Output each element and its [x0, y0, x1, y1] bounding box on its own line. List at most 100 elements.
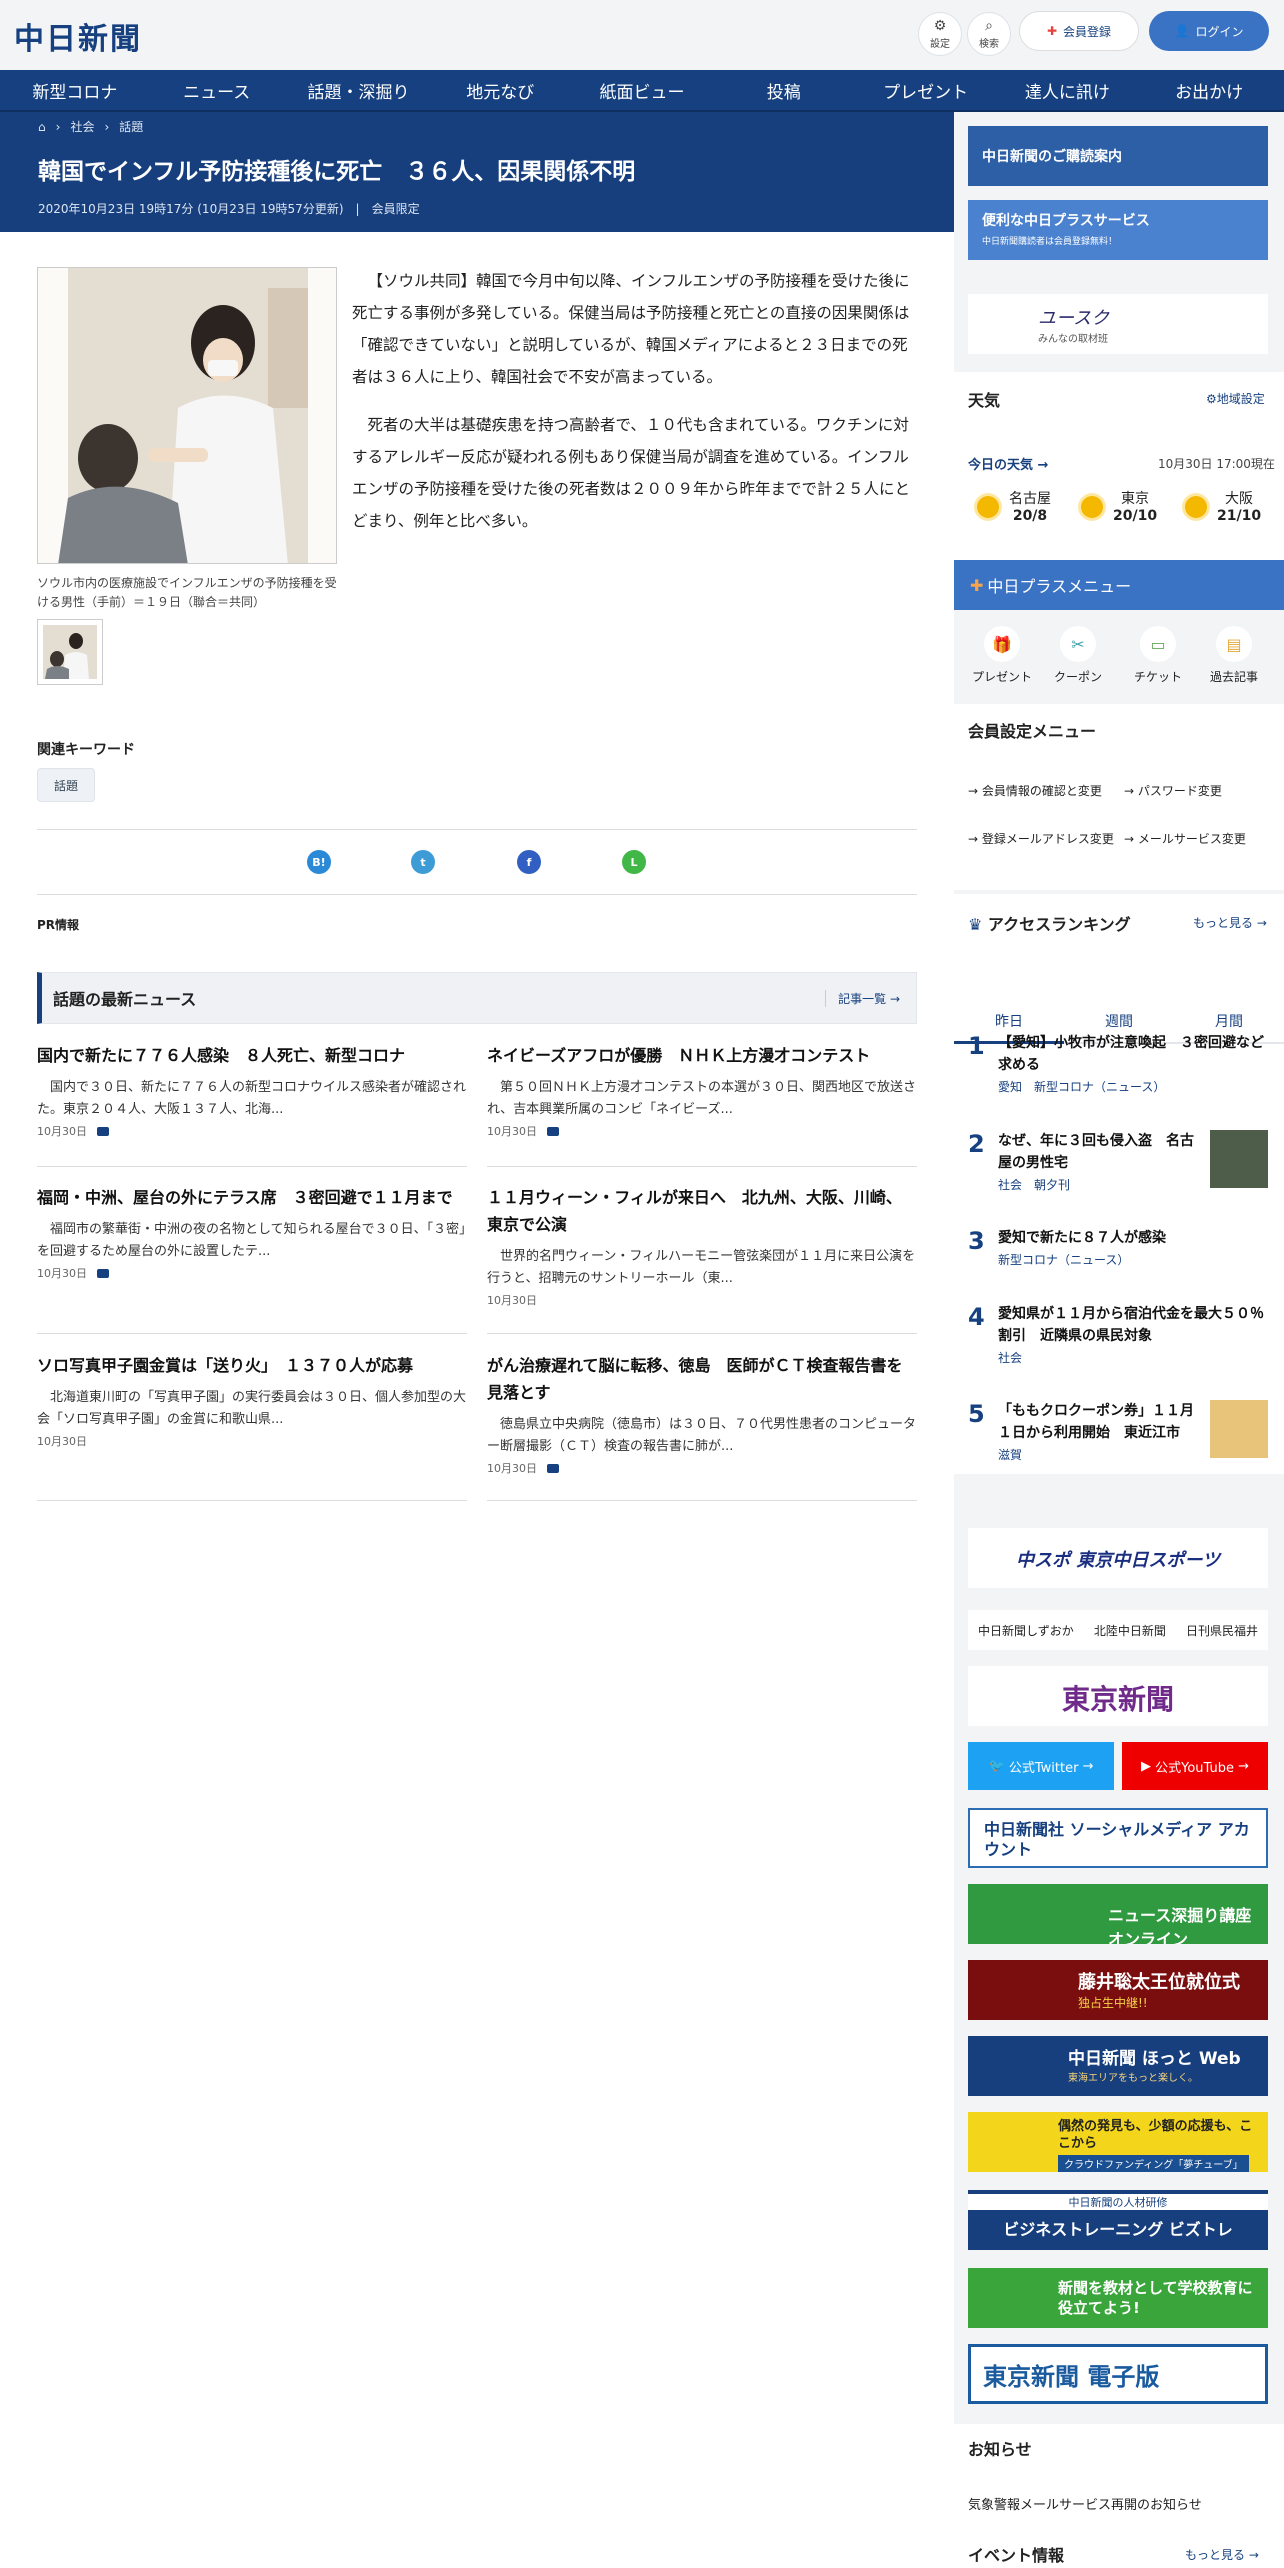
ranking-more-link[interactable]: もっと見る → [1193, 914, 1267, 931]
twitter-share-icon[interactable]: t [411, 850, 435, 874]
nie-banner[interactable]: 新聞を教材として学校教育に役立てよう! [968, 2268, 1268, 2328]
weather-city[interactable]: 東京 20/10 [1081, 490, 1181, 524]
sun-icon [977, 496, 999, 518]
article-body: 【ソウル共同】韓国で今月中旬以降、インフルエンザの予防接種を受けた後に死亡する事… [352, 265, 914, 553]
sun-icon [1081, 496, 1103, 518]
plus-menu-archive[interactable]: ▤ 過去記事 [1199, 626, 1269, 685]
weather-city[interactable]: 大阪 21/10 [1185, 490, 1284, 524]
nav-item[interactable]: ニュース [146, 70, 288, 110]
bizutore-banner[interactable]: 中日新聞の人材研修 ビジネストレーニング ビズトレ [968, 2190, 1268, 2250]
nav-item[interactable]: 新型コロナ [4, 70, 146, 110]
news-item[interactable]: ネイビーズアフロが優勝 ＮＨＫ上方漫才コンテスト 第５０回ＮＨＫ上方漫才コンテス… [487, 1042, 917, 1139]
weather-heading: 天気 [968, 391, 1001, 410]
divider [37, 829, 917, 830]
gift-icon: 🎁 [984, 626, 1020, 662]
news-title[interactable]: 国内で新たに７７６人感染 ８人死亡、新型コロナ [37, 1042, 467, 1069]
search-button[interactable]: ⌕ 検索 [967, 12, 1011, 56]
news-title[interactable]: １１月ウィーン・フィルが来日へ 北九州、大阪、川崎、東京で公演 [487, 1184, 917, 1238]
article-date: 2020年10月23日 19時17分 (10月23日 19時57分更新) [38, 202, 344, 216]
user-icon: 👤 [1174, 24, 1190, 38]
news-title[interactable]: 福岡・中洲、屋台の外にテラス席 ３密回避で１１月まで [37, 1184, 467, 1211]
paper-link[interactable]: 日刊県民福井 [1186, 1622, 1258, 1639]
news-item[interactable]: １１月ウィーン・フィルが来日へ 北九州、大阪、川崎、東京で公演 世界的名門ウィー… [487, 1184, 917, 1308]
photo-caption: ソウル市内の医療施設でインフルエンザの予防接種を受ける男性（手前）＝１９日（聯合… [37, 576, 337, 609]
paper-link[interactable]: 中日新聞しずおか [978, 1622, 1074, 1639]
member-link[interactable]: → パスワード変更 [1124, 782, 1274, 800]
site-logo[interactable]: 中日新聞 [14, 14, 142, 58]
keyword-heading: 関連キーワード [37, 742, 135, 758]
plus-icon: ✚ [1046, 24, 1058, 38]
site-header: 中日新聞 ⚙ 設定 ⌕ 検索 ✚ 会員登録 👤 ログイン [0, 0, 1284, 70]
member-link[interactable]: → 会員情報の確認と変更 [968, 782, 1118, 800]
ranking-item[interactable]: 1 【愛知】小牧市が注意喚起 ３密回避など求める 愛知 新型コロナ（ニュース） [968, 1032, 1268, 1098]
member-link[interactable]: → メールサービス変更 [1124, 830, 1274, 848]
settings-button[interactable]: ⚙ 設定 [918, 12, 962, 56]
today-weather-link[interactable]: 今日の天気 → [968, 454, 1048, 473]
nav-item[interactable]: 地元なび [429, 70, 571, 110]
plus-menu-coupon[interactable]: ✂ クーポン [1043, 626, 1113, 685]
archive-icon: ▤ [1216, 626, 1252, 662]
hotto-web-banner[interactable]: 中日新聞 ほっと Web 東海エリアをもっと楽しく。 [968, 2036, 1268, 2096]
news-lead: 国内で３０日、新たに７７６人の新型コロナウイルス感染者が確認された。東京２０４人… [37, 1080, 467, 1117]
arrow-right-icon: → [889, 991, 900, 1006]
member-link[interactable]: → 登録メールアドレス変更 [968, 830, 1118, 848]
register-button[interactable]: ✚ 会員登録 [1019, 11, 1139, 51]
ranking-item[interactable]: 5 「ももクロクーポン券」１１月１日から利用開始 東近江市 滋賀 [968, 1400, 1268, 1466]
tokyo-shimbun-banner[interactable]: 東京新聞 [968, 1666, 1268, 1726]
nav-item[interactable]: 達人に訊け [996, 70, 1138, 110]
nav-item[interactable]: お出かけ [1138, 70, 1280, 110]
nav-item[interactable]: 紙面ビュー [571, 70, 713, 110]
plus-menu-ticket[interactable]: ▭ チケット [1123, 626, 1193, 685]
notice-heading: お知らせ [968, 2440, 1032, 2459]
youtube-button[interactable]: ▶ 公式YouTube → [1122, 1742, 1268, 1790]
nav-item[interactable]: 話題・深掘り [288, 70, 430, 110]
plus-menu-present[interactable]: 🎁 プレゼント [967, 626, 1037, 685]
camera-icon [547, 1463, 559, 1473]
yousuku-banner[interactable]: ユースク みんなの取材班 [968, 294, 1268, 354]
ranking-thumbnail [1210, 1130, 1268, 1188]
fukabori-banner[interactable]: ニュース深掘り講座 オンライン [968, 1884, 1268, 1944]
fujii-banner[interactable]: 藤井聡太王位就位式 独占生中継!! [968, 1960, 1268, 2020]
keyword-tag[interactable]: 話題 [37, 768, 96, 802]
plus-icon: ✚ [970, 575, 984, 595]
ranking-heading: ♛ アクセスランキング [968, 915, 1131, 934]
ranking-item[interactable]: 4 愛知県が１１月から宿泊代金を最大５０％割引 近隣県の県民対象 社会 [968, 1303, 1268, 1369]
article-list-link[interactable]: 記事一覧 → [825, 989, 916, 1007]
ranking-item[interactable]: 3 愛知で新たに８７人が感染 新型コロナ（ニュース） [968, 1227, 1268, 1271]
tokyo-digital-banner[interactable]: 東京新聞 電子版 [968, 2344, 1268, 2404]
plus-service-banner[interactable]: 便利な中日プラスサービス 中日新聞購読者は会員登録無料！ [968, 200, 1268, 260]
news-item[interactable]: ソロ写真甲子園金賞は「送り火」 １３７０人が応募 北海道東川町の「写真甲子園」の… [37, 1352, 467, 1449]
divider [37, 894, 917, 895]
event-more-link[interactable]: もっと見る → [1185, 2546, 1259, 2563]
chuspo-banner[interactable]: 中スポ 東京中日スポーツ [968, 1528, 1268, 1588]
hatena-share-icon[interactable]: B! [307, 850, 331, 874]
nav-item[interactable]: プレゼント [855, 70, 997, 110]
news-title[interactable]: ソロ写真甲子園金賞は「送り火」 １３７０人が応募 [37, 1352, 467, 1379]
paper-link[interactable]: 北陸中日新聞 [1094, 1622, 1166, 1639]
news-title[interactable]: ネイビーズアフロが優勝 ＮＨＫ上方漫才コンテスト [487, 1042, 917, 1069]
news-title[interactable]: がん治療遅れて脳に転移、徳島 医師がＣＴ検査報告書を見落とす [487, 1352, 917, 1406]
photo-thumbnail[interactable] [37, 619, 103, 685]
login-button[interactable]: 👤 ログイン [1149, 11, 1269, 51]
weather-timestamp: 10月30日 17:00現在 [1158, 457, 1275, 471]
breadcrumb-item[interactable]: 社会 [70, 118, 94, 135]
twitter-icon: 🐦 [988, 1758, 1005, 1774]
social-media-banner[interactable]: 中日新聞社 ソーシャルメディア アカウント [968, 1808, 1268, 1868]
facebook-share-icon[interactable]: f [517, 850, 541, 874]
member-badge: 会員限定 [371, 202, 420, 216]
news-item[interactable]: 国内で新たに７７６人感染 ８人死亡、新型コロナ 国内で３０日、新たに７７６人の新… [37, 1042, 467, 1139]
nav-item[interactable]: 投稿 [713, 70, 855, 110]
line-share-icon[interactable]: L [622, 850, 646, 874]
news-item[interactable]: がん治療遅れて脳に転移、徳島 医師がＣＴ検査報告書を見落とす 徳島県立中央病院（… [487, 1352, 917, 1476]
yume-tube-banner[interactable]: 偶然の発見も、少額の応援も、ここから クラウドファンディング「夢チューブ」 [968, 2112, 1268, 2172]
twitter-button[interactable]: 🐦 公式Twitter → [968, 1742, 1114, 1790]
region-settings-link[interactable]: ⚙地域設定 [1206, 390, 1265, 407]
ranking-item[interactable]: 2 なぜ、年に３回も侵入盗 名古屋の男性宅 社会 朝夕刊 [968, 1130, 1268, 1196]
home-icon[interactable]: ⌂ [38, 120, 46, 134]
notice-item[interactable]: 気象警報メールサービス再開のお知らせ [968, 2494, 1202, 2513]
news-item[interactable]: 福岡・中洲、屋台の外にテラス席 ３密回避で１１月まで 福岡市の繁華街・中洲の夜の… [37, 1184, 467, 1281]
article-photo[interactable] [37, 267, 337, 564]
breadcrumb-item[interactable]: 話題 [119, 118, 143, 135]
subscription-banner[interactable]: 中日新聞のご購読案内 [968, 126, 1268, 186]
weather-city[interactable]: 名古屋 20/8 [977, 490, 1077, 524]
